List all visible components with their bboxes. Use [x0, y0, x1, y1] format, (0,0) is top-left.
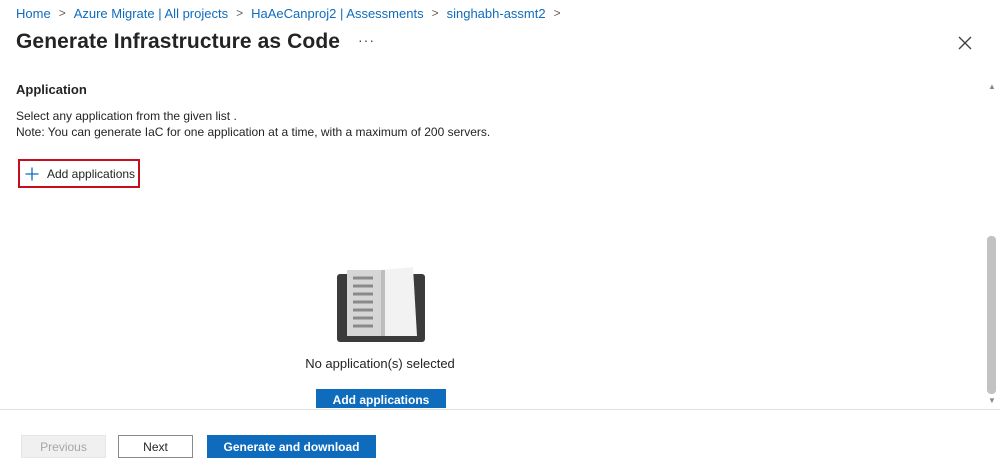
vertical-scrollbar[interactable]: ▲ ▼: [985, 78, 1000, 410]
note-line: Note: You can generate IaC for one appli…: [16, 125, 491, 139]
section-description: Select any application from the given li…: [16, 108, 490, 140]
breadcrumb-home[interactable]: Home: [16, 6, 51, 21]
close-icon[interactable]: [956, 34, 974, 52]
application-panel: Application Select any application from …: [0, 76, 985, 408]
breadcrumb: Home > Azure Migrate | All projects > Ha…: [16, 4, 569, 22]
section-title: Application: [16, 82, 87, 97]
add-applications-link[interactable]: Add applications: [18, 159, 140, 188]
add-applications-link-label: Add applications: [47, 166, 136, 181]
empty-state-text: No application(s) selected: [305, 356, 455, 371]
next-button[interactable]: Next: [118, 435, 193, 458]
breadcrumb-separator: >: [431, 6, 439, 20]
previous-button: Previous: [21, 435, 106, 458]
breadcrumb-assessment[interactable]: singhabh-assmt2: [447, 6, 546, 21]
breadcrumb-separator: >: [553, 6, 561, 20]
book-icon: [337, 267, 425, 342]
breadcrumb-assessments[interactable]: HaAeCanproj2 | Assessments: [251, 6, 423, 21]
description-line: Select any application from the given li…: [16, 109, 237, 123]
add-applications-button[interactable]: Add applications: [316, 389, 446, 408]
more-options-icon[interactable]: ···: [358, 32, 375, 48]
breadcrumb-separator: >: [58, 6, 66, 20]
plus-icon: [25, 167, 39, 180]
scroll-up-icon[interactable]: ▲: [988, 82, 996, 91]
scroll-thumb[interactable]: [987, 236, 996, 394]
generate-and-download-button[interactable]: Generate and download: [207, 435, 376, 458]
page-title: Generate Infrastructure as Code: [16, 30, 341, 53]
footer-actions: Previous Next Generate and download: [0, 409, 1000, 475]
breadcrumb-all-projects[interactable]: Azure Migrate | All projects: [74, 6, 228, 21]
breadcrumb-separator: >: [236, 6, 244, 20]
scroll-down-icon[interactable]: ▼: [988, 396, 996, 405]
